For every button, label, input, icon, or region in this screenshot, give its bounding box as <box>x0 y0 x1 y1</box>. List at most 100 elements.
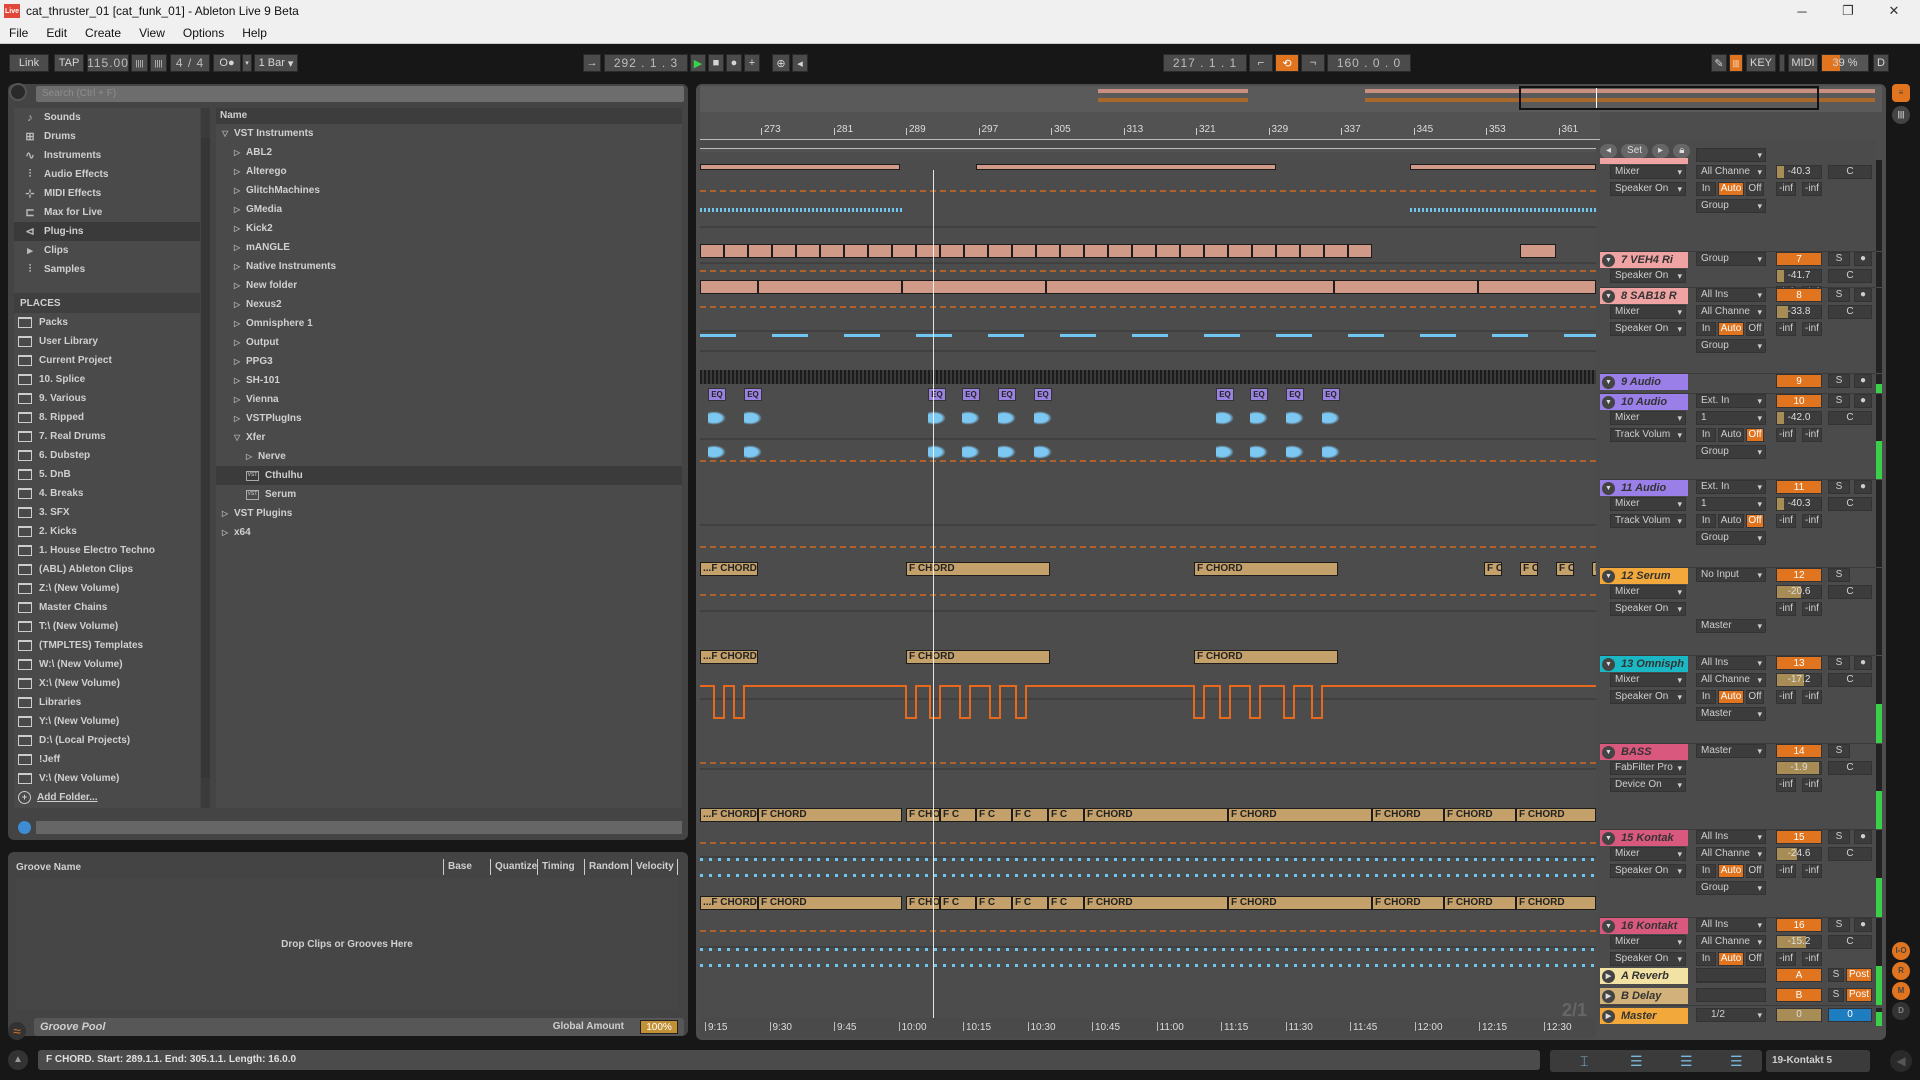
place-item[interactable]: 1. House Electro Techno <box>14 541 200 560</box>
track-height-medium-icon[interactable]: ☰ <box>1680 1053 1693 1070</box>
browser-item[interactable]: ▷ Kick2 <box>216 219 682 238</box>
monitor-auto-button[interactable]: Auto <box>1718 428 1744 442</box>
maximize-button[interactable]: ❐ <box>1828 0 1868 22</box>
midi-clip[interactable]: F C <box>1520 562 1538 576</box>
volume-field[interactable]: -20.6 <box>1776 585 1822 599</box>
browser-item[interactable]: ▽ Xfer <box>216 428 682 447</box>
midi-clip[interactable]: F CHORD <box>1372 896 1444 910</box>
track-title[interactable]: ▼ 10 Audio <box>1600 394 1688 410</box>
track-title[interactable]: ▼ 16 Kontakt <box>1600 918 1688 934</box>
pan-field[interactable]: C <box>1828 269 1872 283</box>
track-title[interactable]: ▼ 9 Audio <box>1600 374 1688 390</box>
track-title[interactable]: ▼ 11 Audio <box>1600 480 1688 496</box>
midi-clip[interactable]: F CHORD <box>1372 808 1444 822</box>
menu-help[interactable]: Help <box>233 26 276 40</box>
nudge-up-button[interactable]: |||| <box>150 54 167 72</box>
play-button[interactable]: ▶ <box>690 54 706 72</box>
category-max-for-live[interactable]: ⊏ Max for Live <box>14 203 200 222</box>
category-drums[interactable]: ⊞ Drums <box>14 127 200 146</box>
input-channel-select[interactable]: All Channe <box>1696 847 1766 861</box>
track-lane[interactable] <box>700 526 1596 612</box>
groove-timing-column[interactable]: Timing <box>537 859 584 875</box>
browser-item[interactable]: ▷ New folder <box>216 276 682 295</box>
automation-line[interactable] <box>700 685 1596 719</box>
audio-clip[interactable] <box>916 244 940 258</box>
loop-length-field[interactable]: 160 . 0 . 0 <box>1327 54 1411 72</box>
midi-clip[interactable]: F CHORD <box>906 896 940 910</box>
track-lane[interactable] <box>700 440 1596 526</box>
return-activator-button[interactable]: B <box>1776 988 1822 1002</box>
collapsed-arrow-icon[interactable]: ▷ <box>234 395 246 404</box>
audio-clip[interactable] <box>1410 164 1596 170</box>
name-column-header[interactable]: Name <box>216 108 682 124</box>
place-item[interactable]: V:\ (New Volume) <box>14 769 200 788</box>
loop-start-field[interactable]: 217 . 1 . 1 <box>1163 54 1247 72</box>
overdub-button[interactable]: + <box>744 54 760 72</box>
arm-button[interactable]: ● <box>1854 918 1872 932</box>
minimize-button[interactable]: ─ <box>1782 0 1822 22</box>
midi-clip[interactable]: ...F CHORD <box>700 896 758 910</box>
automation-device-select[interactable]: Mixer <box>1610 673 1686 687</box>
place-item[interactable]: Current Project <box>14 351 200 370</box>
metronome-menu-icon[interactable]: ▾ <box>242 54 252 72</box>
automation-parameter-select[interactable]: Speaker On <box>1610 322 1686 336</box>
cue-out-select[interactable]: 1/2 <box>1696 1008 1766 1022</box>
track-height-large-icon[interactable]: ☰ <box>1730 1053 1743 1070</box>
audio-clip[interactable] <box>1478 280 1596 294</box>
arm-button[interactable]: ● <box>1854 374 1872 388</box>
groove-quantize-column[interactable]: Quantize <box>490 859 537 875</box>
place-item[interactable]: 9. Various <box>14 389 200 408</box>
automation-device-select[interactable]: FabFilter Pro <box>1610 761 1686 775</box>
expanded-arrow-icon[interactable]: ▽ <box>234 433 246 442</box>
volume-field[interactable]: -40.3 <box>1776 165 1822 179</box>
output-select[interactable]: Master <box>1696 707 1766 721</box>
track-lane[interactable] <box>700 352 1596 440</box>
track-activator-button[interactable]: 11 <box>1776 480 1822 494</box>
automation-parameter-select[interactable]: Speaker On <box>1610 182 1686 196</box>
automation-device-select[interactable]: Mixer <box>1610 585 1686 599</box>
midi-clip[interactable]: F CHORD <box>1444 896 1516 910</box>
monitor-auto-button[interactable]: Auto <box>1718 322 1744 336</box>
automation-parameter-select[interactable]: Track Volum <box>1610 514 1686 528</box>
input-channel-select[interactable]: 1 <box>1696 497 1766 511</box>
punch-out-button[interactable]: ¬ <box>1301 54 1325 72</box>
fold-arrow-icon[interactable]: ▼ <box>1602 919 1615 933</box>
audio-clip[interactable] <box>700 164 900 170</box>
follow-button[interactable]: → <box>583 54 601 72</box>
input-type-select[interactable]: Ext. In <box>1696 394 1766 408</box>
monitor-auto-button[interactable]: Auto <box>1718 864 1744 878</box>
midi-map-button[interactable]: MIDI <box>1788 54 1818 72</box>
pan-field[interactable]: C <box>1828 847 1872 861</box>
place-item[interactable]: 5. DnB <box>14 465 200 484</box>
midi-clip[interactable]: F CHORD <box>1084 896 1228 910</box>
browser-item[interactable]: ▷ SH-101 <box>216 371 682 390</box>
midi-clip[interactable]: F CHORD <box>758 896 902 910</box>
solo-button[interactable]: S <box>1828 252 1850 266</box>
master-volume-field[interactable]: 0 <box>1776 1008 1822 1022</box>
arm-button[interactable]: ● <box>1854 252 1872 266</box>
browser-item[interactable]: ▷ Output <box>216 333 682 352</box>
midi-clip[interactable]: F C <box>1048 896 1084 910</box>
grid-toggle-icon[interactable]: ||| <box>1892 106 1910 124</box>
midi-clip[interactable]: F CHORD <box>906 808 940 822</box>
automation-parameter-select[interactable]: Speaker On <box>1610 952 1686 966</box>
collapsed-arrow-icon[interactable]: ▷ <box>234 376 246 385</box>
collapsed-arrow-icon[interactable]: ▷ <box>234 148 246 157</box>
tempo-field[interactable]: 115.00 <box>87 54 129 72</box>
output-select[interactable]: Group <box>1696 199 1766 213</box>
place-item[interactable]: X:\ (New Volume) <box>14 674 200 693</box>
midi-clip[interactable]: F CHORD <box>1194 562 1338 576</box>
add-folder-button[interactable]: + Add Folder... <box>14 788 200 807</box>
monitor-auto-button[interactable]: Auto <box>1718 514 1744 528</box>
audio-clip[interactable] <box>1156 244 1180 258</box>
input-channel-select[interactable]: All Channe <box>1696 305 1766 319</box>
track-title[interactable]: ▼ 15 Kontak <box>1600 830 1688 846</box>
returns-toggle-button[interactable]: R <box>1892 962 1910 980</box>
arm-button[interactable]: ● <box>1854 394 1872 408</box>
track-lane[interactable] <box>700 264 1596 332</box>
nudge-down-button[interactable]: |||| <box>131 54 148 72</box>
monitor-auto-button[interactable]: Auto <box>1718 690 1744 704</box>
browser-item[interactable]: ▷ mANGLE <box>216 238 682 257</box>
volume-field[interactable]: -42.0 <box>1776 411 1822 425</box>
menu-options[interactable]: Options <box>174 26 233 40</box>
